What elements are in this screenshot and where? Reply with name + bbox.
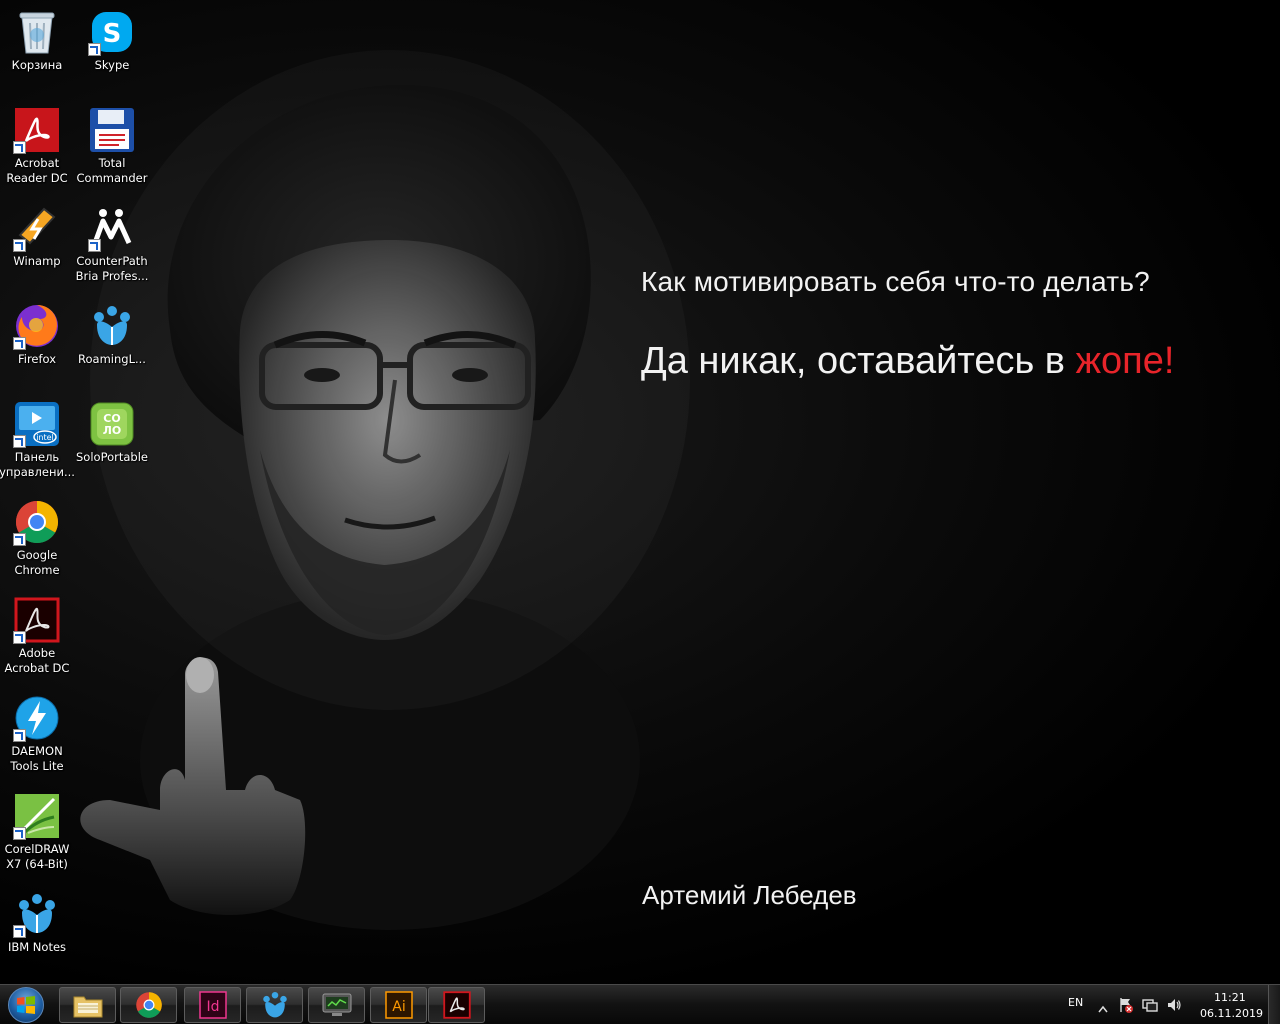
desktop-icon-intel-control-panel[interactable]: intel Панель управлени... — [0, 400, 75, 480]
clock-time[interactable]: 11:21 — [1214, 991, 1246, 1004]
illustrator-icon: Ai — [384, 991, 413, 1019]
soloportable-icon: СО ЛО — [88, 400, 136, 448]
desktop-icon-label: SoloPortable — [76, 450, 148, 464]
desktop-icon-label: CorelDRAW X7 (64-Bit) — [4, 842, 70, 871]
desktop-icon-soloportable[interactable]: СО ЛО SoloPortable — [75, 400, 149, 465]
desktop-icon-ibm-notes[interactable]: IBM Notes — [0, 890, 74, 955]
windows-logo-icon — [8, 987, 44, 1023]
desktop-wallpaper: Как мотивировать себя что-то делать? Да … — [0, 0, 1280, 984]
ibm-notes-icon — [13, 890, 61, 938]
shortcut-arrow-icon — [13, 337, 26, 350]
system-tray: EN 11:21 06.11.2019 — [1050, 985, 1280, 1024]
skype-icon: S — [88, 8, 136, 56]
roaming-lotus-icon — [88, 302, 136, 350]
desktop-icon-label: Панель управлени... — [0, 450, 75, 479]
quote-author: Артемий Лебедев — [642, 880, 857, 910]
desktop-icon-label: Total Commander — [76, 156, 148, 185]
language-indicator[interactable]: EN — [1068, 996, 1083, 1009]
svg-text:Ai: Ai — [392, 999, 405, 1015]
file-explorer-icon — [73, 996, 102, 1018]
shortcut-arrow-icon — [13, 827, 26, 840]
network-icon[interactable] — [1142, 997, 1158, 1017]
shortcut-arrow-icon — [13, 631, 26, 644]
quote-answer-main: Да никак, оставайтесь в — [641, 340, 1076, 382]
acrobat-reader-icon — [13, 106, 61, 154]
svg-text:Id: Id — [206, 999, 219, 1015]
shortcut-arrow-icon — [13, 533, 26, 546]
desktop-icon-label: Корзина — [11, 58, 63, 72]
monitor-app-icon — [322, 993, 351, 1016]
taskbar-illustrator-button[interactable]: Ai — [370, 987, 427, 1023]
quote-answer: Да никак, оставайтесь в жопе! — [641, 340, 1174, 383]
chrome-icon — [135, 992, 162, 1018]
intel-control-panel-icon: intel — [13, 400, 61, 448]
taskbar-indesign-button[interactable]: Id — [184, 987, 241, 1023]
desktop-icon-label: Google Chrome — [14, 548, 60, 577]
desktop-icon-label: CounterPath Bria Profes... — [75, 254, 149, 283]
adobe-acrobat-icon — [13, 596, 61, 644]
coreldraw-icon — [13, 792, 61, 840]
taskbar-acrobat-button[interactable] — [428, 987, 485, 1023]
shortcut-arrow-icon — [88, 239, 101, 252]
volume-icon[interactable] — [1166, 997, 1182, 1017]
desktop-icon-skype[interactable]: S Skype — [75, 8, 149, 73]
portrait-photo — [80, 84, 640, 930]
clock-date[interactable]: 06.11.2019 — [1200, 1007, 1263, 1020]
desktop-icon-label: Winamp — [13, 254, 61, 268]
taskbar-ibm-notes-button[interactable] — [246, 987, 303, 1023]
quote-question: Как мотивировать себя что-то делать? — [641, 266, 1150, 297]
shortcut-arrow-icon — [13, 239, 26, 252]
desktop-icon-counterpath-bria[interactable]: CounterPath Bria Profes... — [75, 204, 149, 284]
taskbar-explorer-button[interactable] — [59, 987, 116, 1023]
desktop-icon-label: Firefox — [17, 352, 57, 366]
desktop-icon-adobe-acrobat[interactable]: Adobe Acrobat DC — [0, 596, 74, 676]
desktop-icon-label: Adobe Acrobat DC — [4, 646, 70, 675]
desktop-icon-total-commander[interactable]: Total Commander — [75, 106, 149, 186]
action-center-flag-icon[interactable] — [1118, 997, 1134, 1017]
desktop-icon-roaming-lotus[interactable]: RoamingL... — [75, 302, 149, 367]
indesign-icon: Id — [198, 991, 227, 1019]
shortcut-arrow-icon — [13, 141, 26, 154]
desktop-icon-label: RoamingL... — [78, 352, 146, 366]
taskbar-chrome-button[interactable] — [120, 987, 177, 1023]
desktop-icon-firefox[interactable]: Firefox — [0, 302, 74, 367]
svg-text:S: S — [103, 19, 122, 49]
daemon-tools-icon — [13, 694, 61, 742]
desktop-icon-daemon-tools[interactable]: DAEMON Tools Lite — [0, 694, 74, 774]
acrobat-icon — [442, 991, 471, 1019]
desktop-icon-acrobat-reader[interactable]: Acrobat Reader DC — [0, 106, 74, 186]
quote-answer-accent: жопе! — [1075, 340, 1175, 382]
desktop-icon-label: DAEMON Tools Lite — [10, 744, 64, 773]
show-desktop-button[interactable] — [1268, 985, 1280, 1024]
ibm-notes-icon — [262, 991, 287, 1018]
svg-text:intel: intel — [36, 433, 54, 442]
total-commander-icon — [88, 106, 136, 154]
recycle-bin-icon — [13, 8, 61, 56]
firefox-icon — [13, 302, 61, 350]
start-button[interactable] — [4, 986, 48, 1024]
shortcut-arrow-icon — [13, 435, 26, 448]
desktop-icon-label: Skype — [94, 58, 130, 72]
desktop-icon-recycle-bin[interactable]: Корзина — [0, 8, 74, 73]
desktop-icon-label: Acrobat Reader DC — [6, 156, 68, 185]
shortcut-arrow-icon — [88, 43, 101, 56]
chrome-icon — [13, 498, 61, 546]
desktop-icon-label: IBM Notes — [7, 940, 67, 954]
shortcut-arrow-icon — [13, 925, 26, 938]
tray-expand-icon[interactable] — [1098, 998, 1108, 1017]
taskbar: Id Ai EN 11:21 06.11.2019 — [0, 984, 1280, 1024]
taskbar-monitor-app-button[interactable] — [308, 987, 365, 1023]
desktop-icon-winamp[interactable]: Winamp — [0, 204, 74, 269]
shortcut-arrow-icon — [13, 729, 26, 742]
desktop-icon-google-chrome[interactable]: Google Chrome — [0, 498, 74, 578]
svg-text:ЛО: ЛО — [103, 424, 122, 437]
winamp-icon — [13, 204, 61, 252]
desktop-icon-coreldraw[interactable]: CorelDRAW X7 (64-Bit) — [0, 792, 74, 872]
counterpath-bria-icon — [88, 204, 136, 252]
